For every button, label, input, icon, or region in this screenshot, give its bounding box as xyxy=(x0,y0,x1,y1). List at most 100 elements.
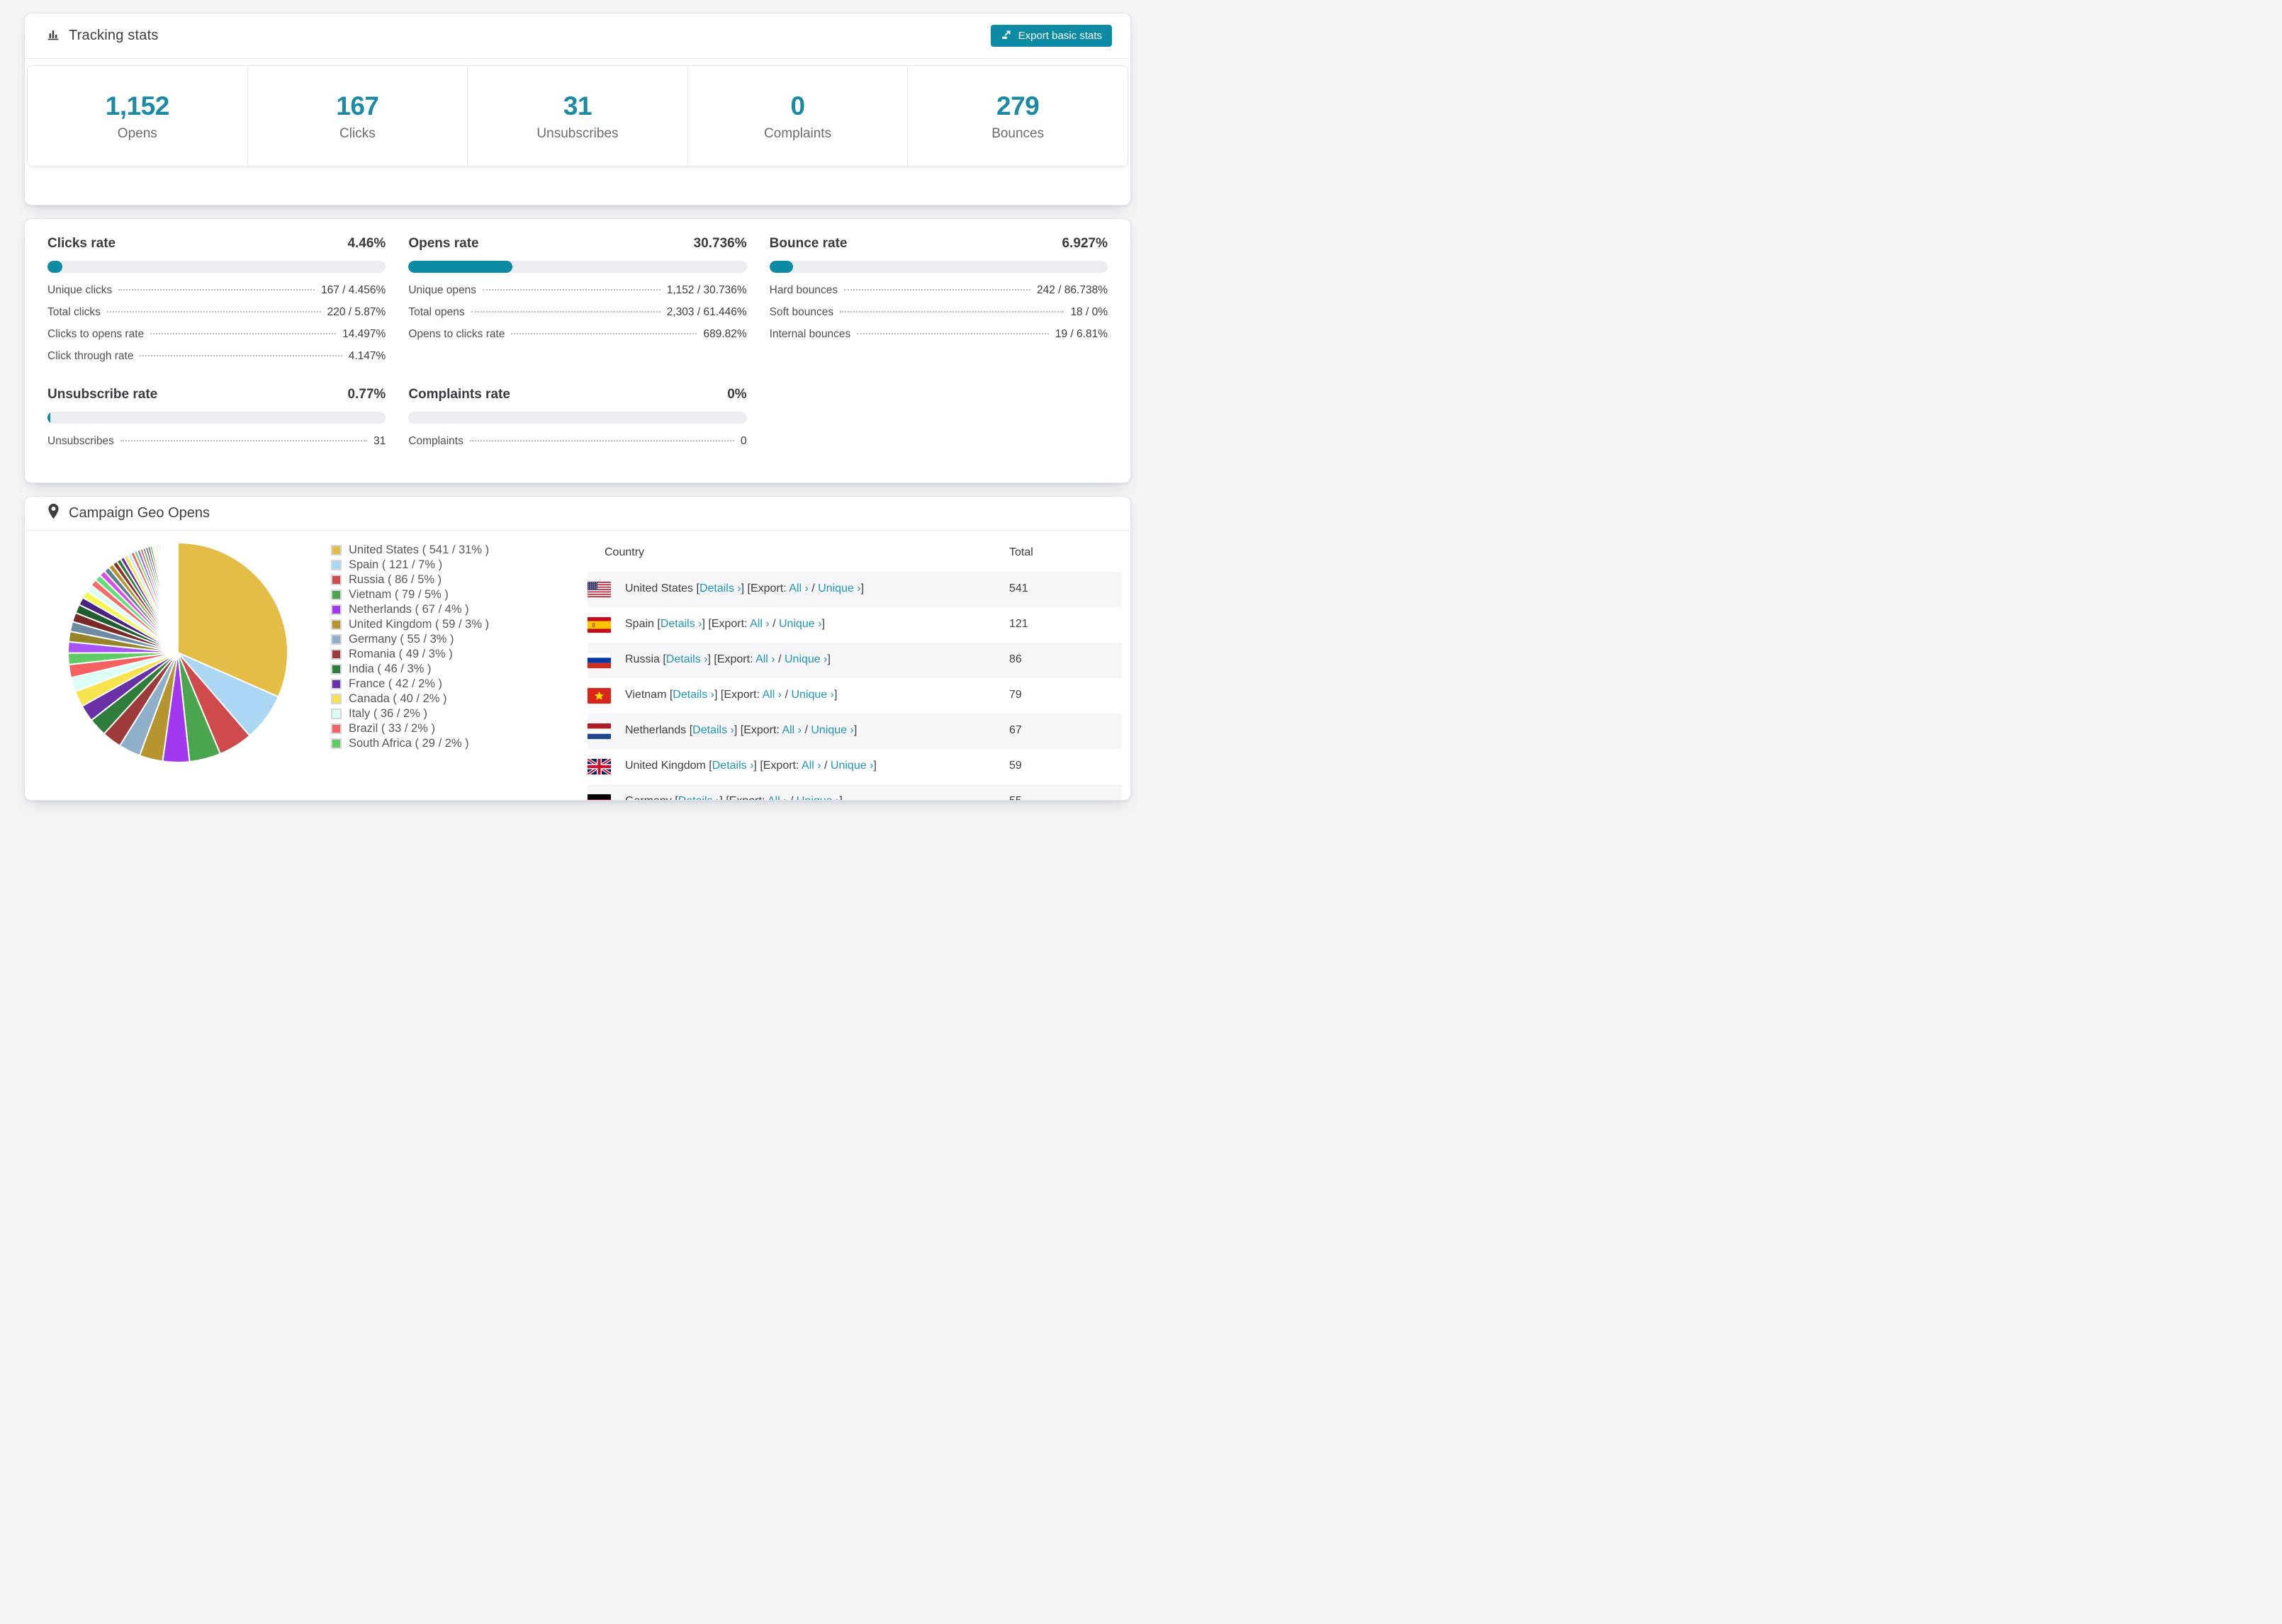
legend-item-romania: Romania ( 49 / 3% ) xyxy=(331,647,489,662)
rate-detail-label: Complaints xyxy=(408,435,463,447)
export-unique-link[interactable]: Unique › xyxy=(779,618,821,630)
rate-detail-value: 19 / 6.81% xyxy=(1055,328,1108,340)
legend-item-germany: Germany ( 55 / 3% ) xyxy=(331,632,489,647)
rate-detail-label: Opens to clicks rate xyxy=(408,328,505,340)
rate-progress-bar xyxy=(47,261,386,273)
legend-label: France ( 42 / 2% ) xyxy=(349,677,443,690)
stat-label: Clicks xyxy=(339,126,376,141)
rate-detail-row: Unique clicks 167 / 4.456% xyxy=(47,284,386,297)
stat-value: 31 xyxy=(563,91,592,120)
legend-label: Italy ( 36 / 2% ) xyxy=(349,707,427,720)
legend-swatch xyxy=(331,619,342,630)
export-unique-link[interactable]: Unique › xyxy=(831,760,873,772)
rate-block-clicks-rate: Clicks rate 4.46% Unique clicks 167 / 4.456… xyxy=(47,236,386,363)
geo-opens-table: Country Total United States [Details ›] … xyxy=(588,535,1122,800)
rate-detail-value: 689.82% xyxy=(703,328,747,340)
export-all-link[interactable]: All › xyxy=(768,795,787,800)
rate-progress-fill xyxy=(408,261,513,273)
export-icon xyxy=(1001,28,1013,43)
export-all-link[interactable]: All › xyxy=(802,760,821,772)
legend-label: India ( 46 / 3% ) xyxy=(349,662,432,675)
campaign-geo-opens-header: Campaign Geo Opens xyxy=(25,497,1130,531)
rate-detail-label: Click through rate xyxy=(47,350,134,362)
dotted-leader xyxy=(844,289,1031,291)
details-link[interactable]: Details › xyxy=(666,653,708,665)
bar-chart-icon xyxy=(46,27,60,45)
export-basic-stats-button[interactable]: Export basic stats xyxy=(990,25,1112,47)
rate-value: 4.46% xyxy=(347,236,386,251)
geo-total-cell: 541 xyxy=(1009,582,1028,594)
rate-value: 0% xyxy=(727,387,747,402)
legend-label: Spain ( 121 / 7% ) xyxy=(349,558,443,571)
rate-detail-row: Click through rate 4.147% xyxy=(47,350,386,363)
map-pin-icon xyxy=(47,503,60,524)
rate-detail-value: 167 / 4.456% xyxy=(320,284,386,296)
geo-total-cell: 59 xyxy=(1009,760,1022,772)
stat-cell-opens: 1,152 Opens xyxy=(28,66,247,166)
rate-detail-label: Unique clicks xyxy=(47,284,113,296)
geo-total-cell: 121 xyxy=(1009,618,1028,630)
export-unique-link[interactable]: Unique › xyxy=(791,689,833,701)
rate-detail-value: 2,303 / 61.446% xyxy=(666,306,747,318)
export-all-link[interactable]: All › xyxy=(750,618,770,630)
export-all-link[interactable]: All › xyxy=(782,724,802,736)
rate-detail-row: Unsubscribes 31 xyxy=(47,435,386,448)
rate-detail-value: 1,152 / 30.736% xyxy=(666,284,747,296)
geo-total-cell: 86 xyxy=(1009,653,1022,665)
details-link[interactable]: Details › xyxy=(673,689,714,701)
rate-progress-bar xyxy=(47,412,386,424)
legend-swatch xyxy=(331,575,342,585)
rate-detail-value: 4.147% xyxy=(348,350,386,362)
rate-detail-value: 220 / 5.87% xyxy=(327,306,386,318)
export-unique-link[interactable]: Unique › xyxy=(785,653,827,665)
export-all-link[interactable]: All › xyxy=(789,582,809,594)
legend-label: Brazil ( 33 / 2% ) xyxy=(349,722,435,735)
rate-detail-row: Hard bounces 242 / 86.738% xyxy=(770,284,1108,297)
pie-svg xyxy=(67,541,288,763)
stat-cell-bounces: 279 Bounces xyxy=(907,66,1128,166)
legend-label: United States ( 541 / 31% ) xyxy=(349,543,490,556)
dotted-leader xyxy=(840,311,1064,312)
rate-value: 30.736% xyxy=(693,236,747,251)
geo-total-cell: 55 xyxy=(1009,795,1022,800)
export-all-link[interactable]: All › xyxy=(755,653,775,665)
details-link[interactable]: Details › xyxy=(661,618,702,630)
export-unique-link[interactable]: Unique › xyxy=(811,724,853,736)
legend-swatch xyxy=(331,709,342,719)
campaign-geo-opens-body: United States ( 541 / 31% ) Spain ( 121 /… xyxy=(25,531,1130,800)
tracking-stats-title-text: Tracking stats xyxy=(69,28,159,43)
flag-us-icon xyxy=(588,582,611,597)
dotted-leader xyxy=(469,440,735,441)
legend-label: Vietnam ( 79 / 5% ) xyxy=(349,588,449,601)
details-link[interactable]: Details › xyxy=(699,582,741,594)
legend-swatch xyxy=(331,649,342,660)
pie-slice xyxy=(176,541,179,653)
export-unique-link[interactable]: Unique › xyxy=(818,582,860,594)
stat-cell-clicks: 167 Clicks xyxy=(247,66,468,166)
legend-item-spain: Spain ( 121 / 7% ) xyxy=(331,558,489,573)
rate-detail-label: Soft bounces xyxy=(769,306,834,318)
rate-title: Unsubscribe rate xyxy=(47,387,158,402)
rate-progress-fill xyxy=(47,261,63,273)
details-link[interactable]: Details › xyxy=(678,795,720,800)
export-unique-link[interactable]: Unique › xyxy=(797,795,839,800)
rate-detail-value: 242 / 86.738% xyxy=(1037,284,1108,296)
stat-value: 279 xyxy=(996,91,1040,120)
legend-item-netherlands: Netherlands ( 67 / 4% ) xyxy=(331,602,489,617)
rate-detail-label: Clicks to opens rate xyxy=(47,328,145,340)
dotted-leader xyxy=(511,333,697,334)
export-all-link[interactable]: All › xyxy=(763,689,782,701)
legend-item-vietnam: Vietnam ( 79 / 5% ) xyxy=(331,587,489,602)
geo-table-row-netherlands: Netherlands [Details ›] [Export: All › /… xyxy=(588,714,1122,749)
geo-country-cell: Vietnam [Details ›] [Export: All › / Uni… xyxy=(625,689,838,701)
rate-detail-label: Unique opens xyxy=(408,284,476,296)
details-link[interactable]: Details › xyxy=(692,724,734,736)
rate-detail-row: Total opens 2,303 / 61.446% xyxy=(408,306,746,319)
legend-swatch xyxy=(331,723,342,734)
flag-de-icon xyxy=(588,794,611,800)
rate-detail-value: 0 xyxy=(741,435,747,447)
rate-detail-label: Internal bounces xyxy=(769,328,851,340)
rate-detail-value: 14.497% xyxy=(342,328,386,340)
details-link[interactable]: Details › xyxy=(712,760,754,772)
campaign-geo-opens-card: Campaign Geo Opens United States ( 541 /… xyxy=(24,496,1131,801)
